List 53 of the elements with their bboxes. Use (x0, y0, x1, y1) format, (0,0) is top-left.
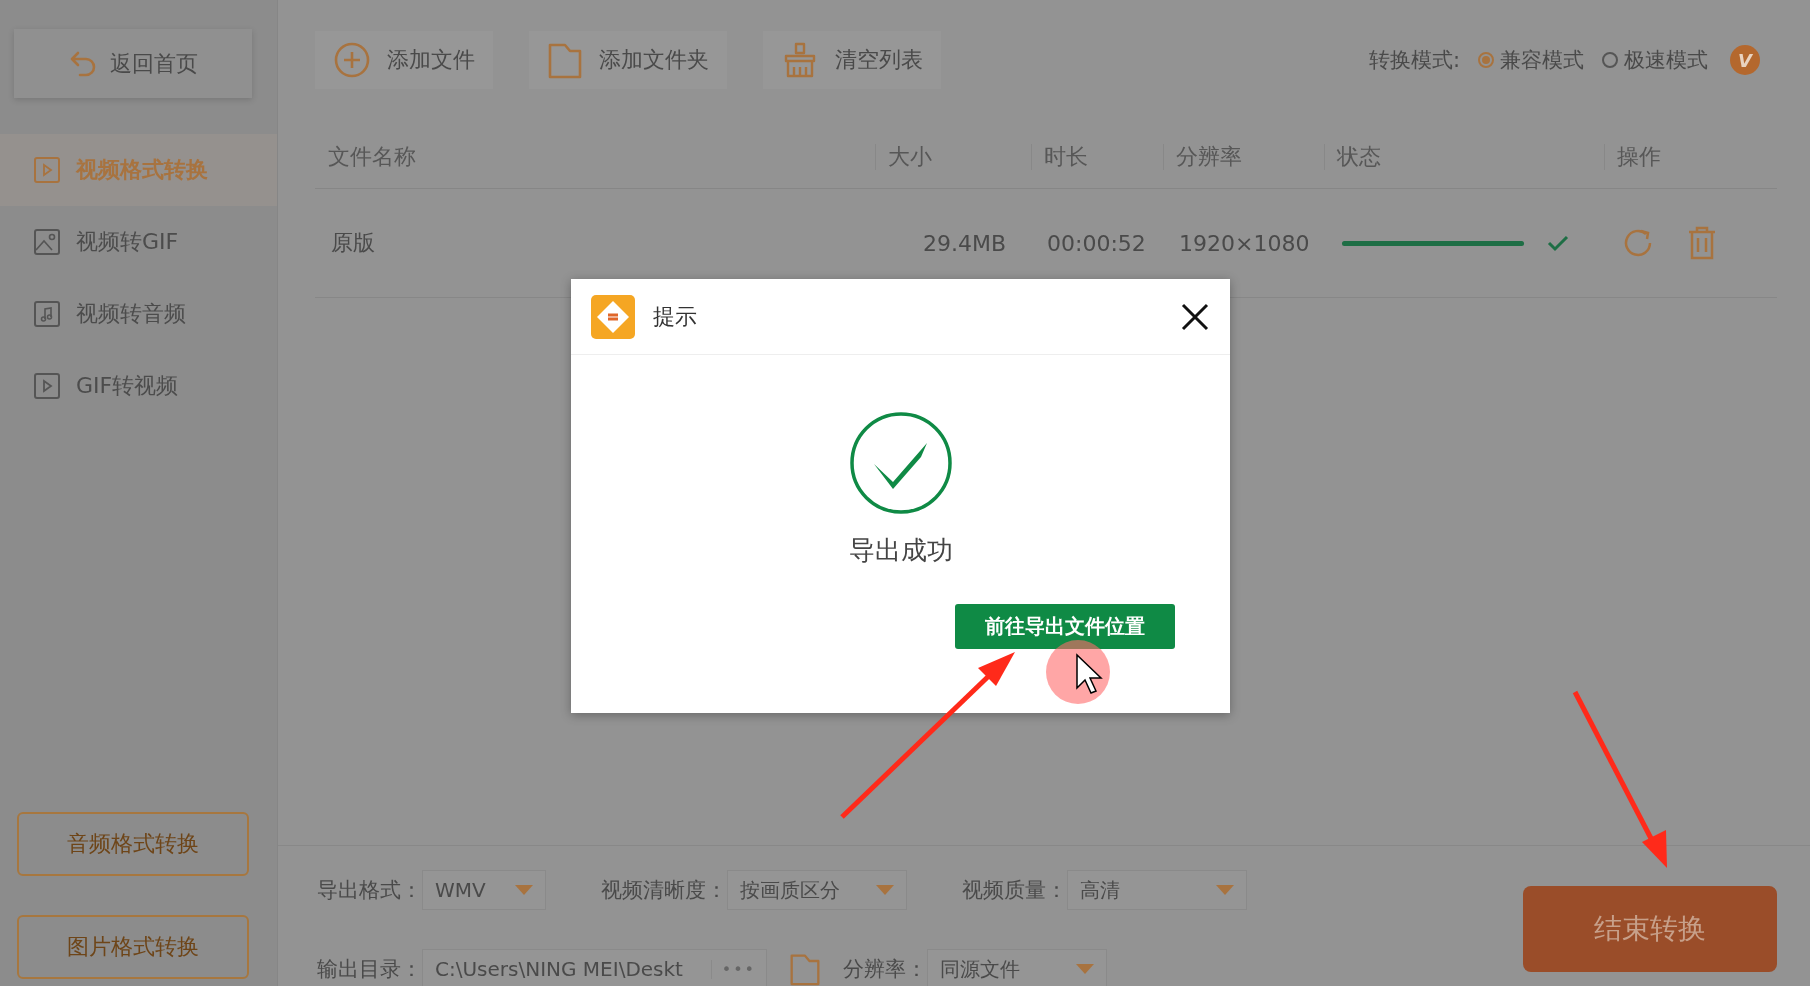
caret-icon (1216, 885, 1234, 895)
end-conversion-button[interactable]: 结束转换 (1523, 886, 1777, 972)
setting-label: 视频清晰度： (601, 877, 727, 904)
column-header: 操作 (1604, 143, 1777, 170)
vip-badge: V (1730, 45, 1760, 75)
trash-icon[interactable] (1686, 225, 1718, 261)
toolbar-button[interactable]: 添加文件夹 (529, 31, 727, 89)
play-icon (32, 155, 62, 185)
add-icon (333, 41, 371, 79)
image-icon (32, 227, 62, 257)
path-field[interactable]: C:\Users\NING MEI\Deskt ••• (422, 949, 767, 986)
radio-label[interactable]: 兼容模式 (1500, 46, 1584, 74)
table-cell-text: 00:00:52 (1046, 230, 1147, 256)
radio-label[interactable]: 极速模式 (1624, 46, 1708, 74)
setting-label: 分辨率： (843, 956, 927, 983)
table-cell-text: 1920×1080 (1178, 230, 1311, 256)
sidebar-button[interactable]: 图片格式转换 (17, 915, 249, 979)
column-header: 大小 (875, 143, 1031, 170)
dropdown[interactable]: 高清 (1067, 870, 1247, 910)
dropdown[interactable]: 按画质区分 (727, 870, 907, 910)
open-location-button[interactable]: 前往导出文件位置 (955, 604, 1175, 649)
app-logo-icon (591, 294, 635, 339)
table-cell-text: 29.4MB (921, 230, 1007, 256)
column-header: 时长 (1031, 143, 1163, 170)
sidebar-button[interactable]: 音频格式转换 (17, 812, 249, 876)
toolbar-button[interactable]: 添加文件 (315, 31, 493, 89)
dialog-title: 提示 (653, 302, 697, 331)
back-button[interactable]: 返回首页 (14, 29, 252, 98)
sidebar-item[interactable]: 视频转GIF (0, 206, 277, 278)
success-message: 导出成功 (848, 534, 953, 567)
sidebar-item[interactable]: GIF转视频 (0, 350, 277, 422)
caret-icon (515, 885, 533, 895)
radio-button[interactable] (1602, 52, 1618, 68)
caret-icon (876, 885, 894, 895)
setting-label: 视频质量： (962, 877, 1067, 904)
play-icon (32, 371, 62, 401)
success-check-icon (848, 411, 953, 515)
dropdown[interactable]: 同源文件 (927, 949, 1107, 986)
toolbar-button[interactable]: 清空列表 (763, 31, 941, 89)
setting-label: 导出格式： (317, 877, 422, 904)
radio-button[interactable] (1478, 52, 1494, 68)
column-header: 文件名称 (327, 142, 417, 171)
dropdown[interactable]: WMV (422, 870, 546, 910)
music-note-icon (32, 299, 62, 329)
column-header: 分辨率 (1163, 143, 1324, 170)
mode-label: 转换模式: (1368, 47, 1460, 74)
setting-label: 输出目录： (317, 956, 422, 983)
close-icon[interactable] (1180, 301, 1210, 332)
sidebar-item[interactable]: 视频转音频 (0, 278, 277, 350)
column-header: 状态 (1324, 143, 1604, 170)
caret-icon (1076, 964, 1094, 974)
table-cell-text: 原版 (330, 229, 376, 257)
cursor-icon (1076, 653, 1103, 694)
